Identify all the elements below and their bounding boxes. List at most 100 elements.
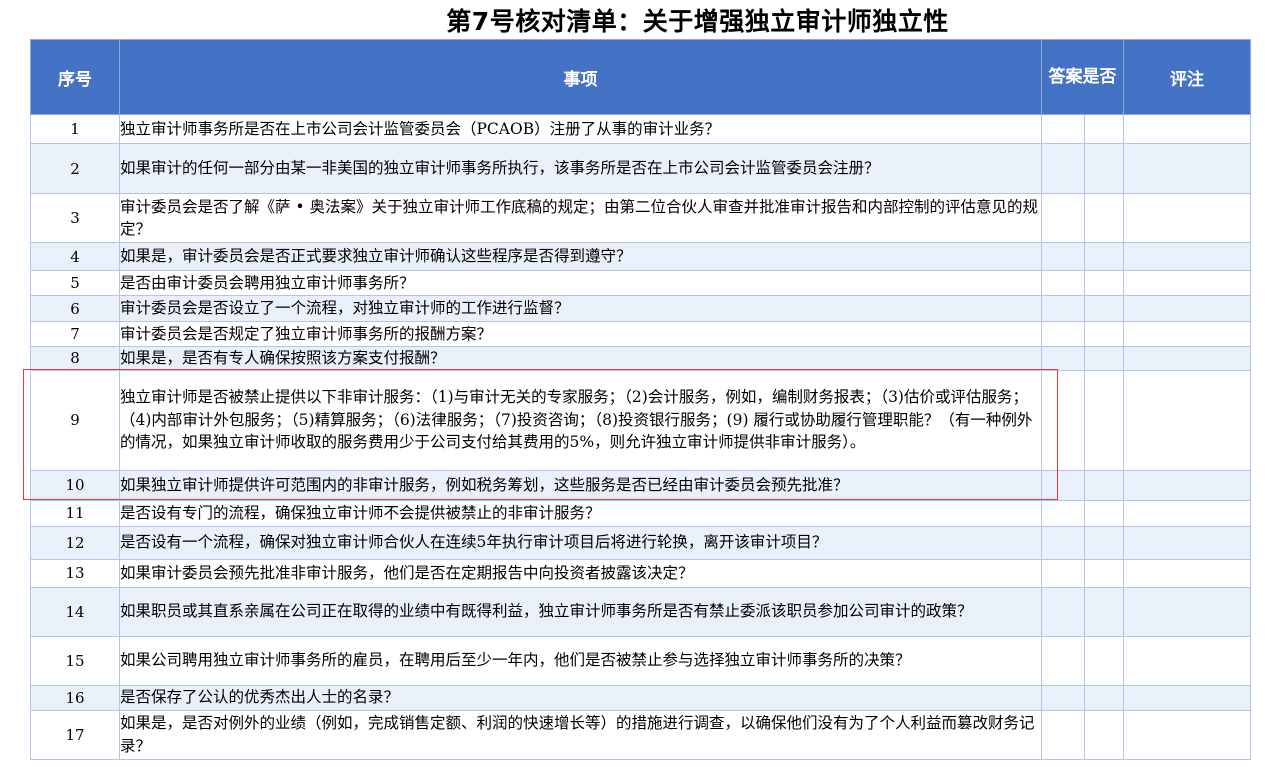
table-row: 14 如果职员或其直系亲属在公司正在取得的业绩中有既得利益，独立审计师事务所是否… xyxy=(30,586,1251,637)
row-item: 如果是，审计委员会是否正式要求独立审计师确认这些程序是否得到遵守？ xyxy=(119,242,1042,271)
table-row: 16 是否保存了公认的优秀杰出人士的名录？ xyxy=(30,684,1251,711)
row-number: 16 xyxy=(30,684,120,711)
answer-no-cell[interactable] xyxy=(1084,143,1124,194)
row-number: 5 xyxy=(30,270,120,296)
answer-yes-cell[interactable] xyxy=(1041,586,1085,637)
answer-no-cell[interactable] xyxy=(1084,525,1124,560)
table-row: 7 审计委员会是否规定了独立审计师事务所的报酬方案？ xyxy=(30,321,1251,347)
comment-cell[interactable] xyxy=(1123,321,1251,347)
page-title: 第7号核对清单：关于增强独立审计师独立性 xyxy=(446,7,949,36)
row-number: 11 xyxy=(30,499,120,527)
row-item: 如果独立审计师提供许可范围内的非审计服务，例如税务筹划，这些服务是否已经由审计委… xyxy=(119,469,1042,501)
row-item: 是否设有一个流程，确保对独立审计师合伙人在连续5年执行审计项目后将进行轮换，离开… xyxy=(119,525,1042,560)
row-item: 如果是，是否有专人确保按照该方案支付报酬？ xyxy=(119,346,1042,371)
answer-yes-cell[interactable] xyxy=(1041,346,1085,371)
answer-no-cell[interactable] xyxy=(1084,295,1124,322)
comment-cell[interactable] xyxy=(1123,558,1251,588)
comment-cell[interactable] xyxy=(1123,369,1251,471)
comment-cell[interactable] xyxy=(1123,193,1251,243)
table-row: 1 独立审计师事务所是否在上市公司会计监管委员会（PCAOB）注册了从事的审计业… xyxy=(30,114,1251,144)
answer-no-cell[interactable] xyxy=(1084,635,1124,686)
row-item: 如果公司聘用独立审计师事务所的雇员，在聘用后至少一年内，他们是否被禁止参与选择独… xyxy=(119,635,1042,686)
table-row: 11 是否设有专门的流程，确保独立审计师不会提供被禁止的非审计服务？ xyxy=(30,499,1251,527)
comment-cell[interactable] xyxy=(1123,684,1251,711)
answer-no-cell[interactable] xyxy=(1084,369,1124,471)
row-number: 4 xyxy=(30,242,120,271)
row-number: 10 xyxy=(30,469,120,501)
row-number: 13 xyxy=(30,558,120,588)
comment-cell[interactable] xyxy=(1123,270,1251,296)
row-item: 审计委员会是否规定了独立审计师事务所的报酬方案？ xyxy=(119,321,1042,347)
table-row: 12 是否设有一个流程，确保对独立审计师合伙人在连续5年执行审计项目后将进行轮换… xyxy=(30,525,1251,560)
row-number: 3 xyxy=(30,193,120,243)
answer-yes-cell[interactable] xyxy=(1041,499,1085,527)
header-no: 序号 xyxy=(30,39,120,115)
table-row: 4 如果是，审计委员会是否正式要求独立审计师确认这些程序是否得到遵守？ xyxy=(30,242,1251,271)
table-row: 6 审计委员会是否设立了一个流程，对独立审计师的工作进行监督？ xyxy=(30,295,1251,322)
comment-cell[interactable] xyxy=(1123,499,1251,527)
answer-yes-cell[interactable] xyxy=(1041,635,1085,686)
answer-no-cell[interactable] xyxy=(1084,684,1124,711)
answer-yes-cell[interactable] xyxy=(1041,709,1085,760)
answer-yes-cell[interactable] xyxy=(1041,143,1085,194)
row-item: 如果审计委员会预先批准非审计服务，他们是否在定期报告中向投资者披露该决定？ xyxy=(119,558,1042,588)
comment-cell[interactable] xyxy=(1123,586,1251,637)
answer-no-cell[interactable] xyxy=(1084,709,1124,760)
answer-no-cell[interactable] xyxy=(1084,499,1124,527)
answer-no-cell[interactable] xyxy=(1084,469,1124,501)
answer-yes-cell[interactable] xyxy=(1041,321,1085,347)
answer-no-cell[interactable] xyxy=(1084,586,1124,637)
table-row: 8 如果是，是否有专人确保按照该方案支付报酬？ xyxy=(30,346,1251,371)
table-row: 9 独立审计师是否被禁止提供以下非审计服务：（1)与审计无关的专家服务；（2)会… xyxy=(30,369,1251,471)
header-comment: 评注 xyxy=(1123,39,1251,115)
comment-cell[interactable] xyxy=(1123,709,1251,760)
table-row: 15 如果公司聘用独立审计师事务所的雇员，在聘用后至少一年内，他们是否被禁止参与… xyxy=(30,635,1251,686)
comment-cell[interactable] xyxy=(1123,114,1251,144)
answer-yes-cell[interactable] xyxy=(1041,295,1085,322)
comment-cell[interactable] xyxy=(1123,635,1251,686)
comment-cell[interactable] xyxy=(1123,525,1251,560)
answer-yes-cell[interactable] xyxy=(1041,558,1085,588)
row-number: 1 xyxy=(30,114,120,144)
row-number: 9 xyxy=(30,369,120,471)
comment-cell[interactable] xyxy=(1123,242,1251,271)
answer-no-cell[interactable] xyxy=(1084,193,1124,243)
row-item: 独立审计师是否被禁止提供以下非审计服务：（1)与审计无关的专家服务；（2)会计服… xyxy=(119,369,1042,471)
header-item: 事项 xyxy=(119,39,1042,115)
row-item: 审计委员会是否设立了一个流程，对独立审计师的工作进行监督？ xyxy=(119,295,1042,322)
answer-no-cell[interactable] xyxy=(1084,346,1124,371)
answer-no-cell[interactable] xyxy=(1084,242,1124,271)
row-number: 17 xyxy=(30,709,120,760)
comment-cell[interactable] xyxy=(1123,346,1251,371)
table-row: 5 是否由审计委员会聘用独立审计师事务所？ xyxy=(30,270,1251,296)
answer-yes-cell[interactable] xyxy=(1041,193,1085,243)
answer-no-cell[interactable] xyxy=(1084,558,1124,588)
answer-yes-cell[interactable] xyxy=(1041,469,1085,501)
row-item: 审计委员会是否了解《萨 • 奥法案》关于独立审计师工作底稿的规定；由第二位合伙人… xyxy=(119,193,1042,243)
row-number: 7 xyxy=(30,321,120,347)
answer-yes-cell[interactable] xyxy=(1041,684,1085,711)
table-row: 10 如果独立审计师提供许可范围内的非审计服务，例如税务筹划，这些服务是否已经由… xyxy=(30,469,1251,501)
answer-yes-cell[interactable] xyxy=(1041,525,1085,560)
row-number: 8 xyxy=(30,346,120,371)
answer-no-cell[interactable] xyxy=(1084,114,1124,144)
table-row: 17 如果是，是否对例外的业绩（例如，完成销售定额、利润的快速增长等）的措施进行… xyxy=(30,709,1251,760)
comment-cell[interactable] xyxy=(1123,295,1251,322)
row-item: 如果是，是否对例外的业绩（例如，完成销售定额、利润的快速增长等）的措施进行调查，… xyxy=(119,709,1042,760)
row-item: 如果审计的任何一部分由某一非美国的独立审计师事务所执行，该事务所是否在上市公司会… xyxy=(119,143,1042,194)
table-row: 3 审计委员会是否了解《萨 • 奥法案》关于独立审计师工作底稿的规定；由第二位合… xyxy=(30,193,1251,243)
answer-yes-cell[interactable] xyxy=(1041,242,1085,271)
row-number: 2 xyxy=(30,143,120,194)
answer-yes-cell[interactable] xyxy=(1041,270,1085,296)
comment-cell[interactable] xyxy=(1123,143,1251,194)
comment-cell[interactable] xyxy=(1123,469,1251,501)
checklist-table: 序号 事项 答案是否 评注 1 独立审计师事务所是否在上市公司会计监管委员会（P… xyxy=(30,39,1251,760)
header-answer: 答案是否 xyxy=(1041,39,1124,115)
row-item: 独立审计师事务所是否在上市公司会计监管委员会（PCAOB）注册了从事的审计业务？ xyxy=(119,114,1042,144)
answer-no-cell[interactable] xyxy=(1084,270,1124,296)
answer-yes-cell[interactable] xyxy=(1041,369,1085,471)
row-number: 6 xyxy=(30,295,120,322)
answer-yes-cell[interactable] xyxy=(1041,114,1085,144)
row-item: 是否由审计委员会聘用独立审计师事务所？ xyxy=(119,270,1042,296)
answer-no-cell[interactable] xyxy=(1084,321,1124,347)
